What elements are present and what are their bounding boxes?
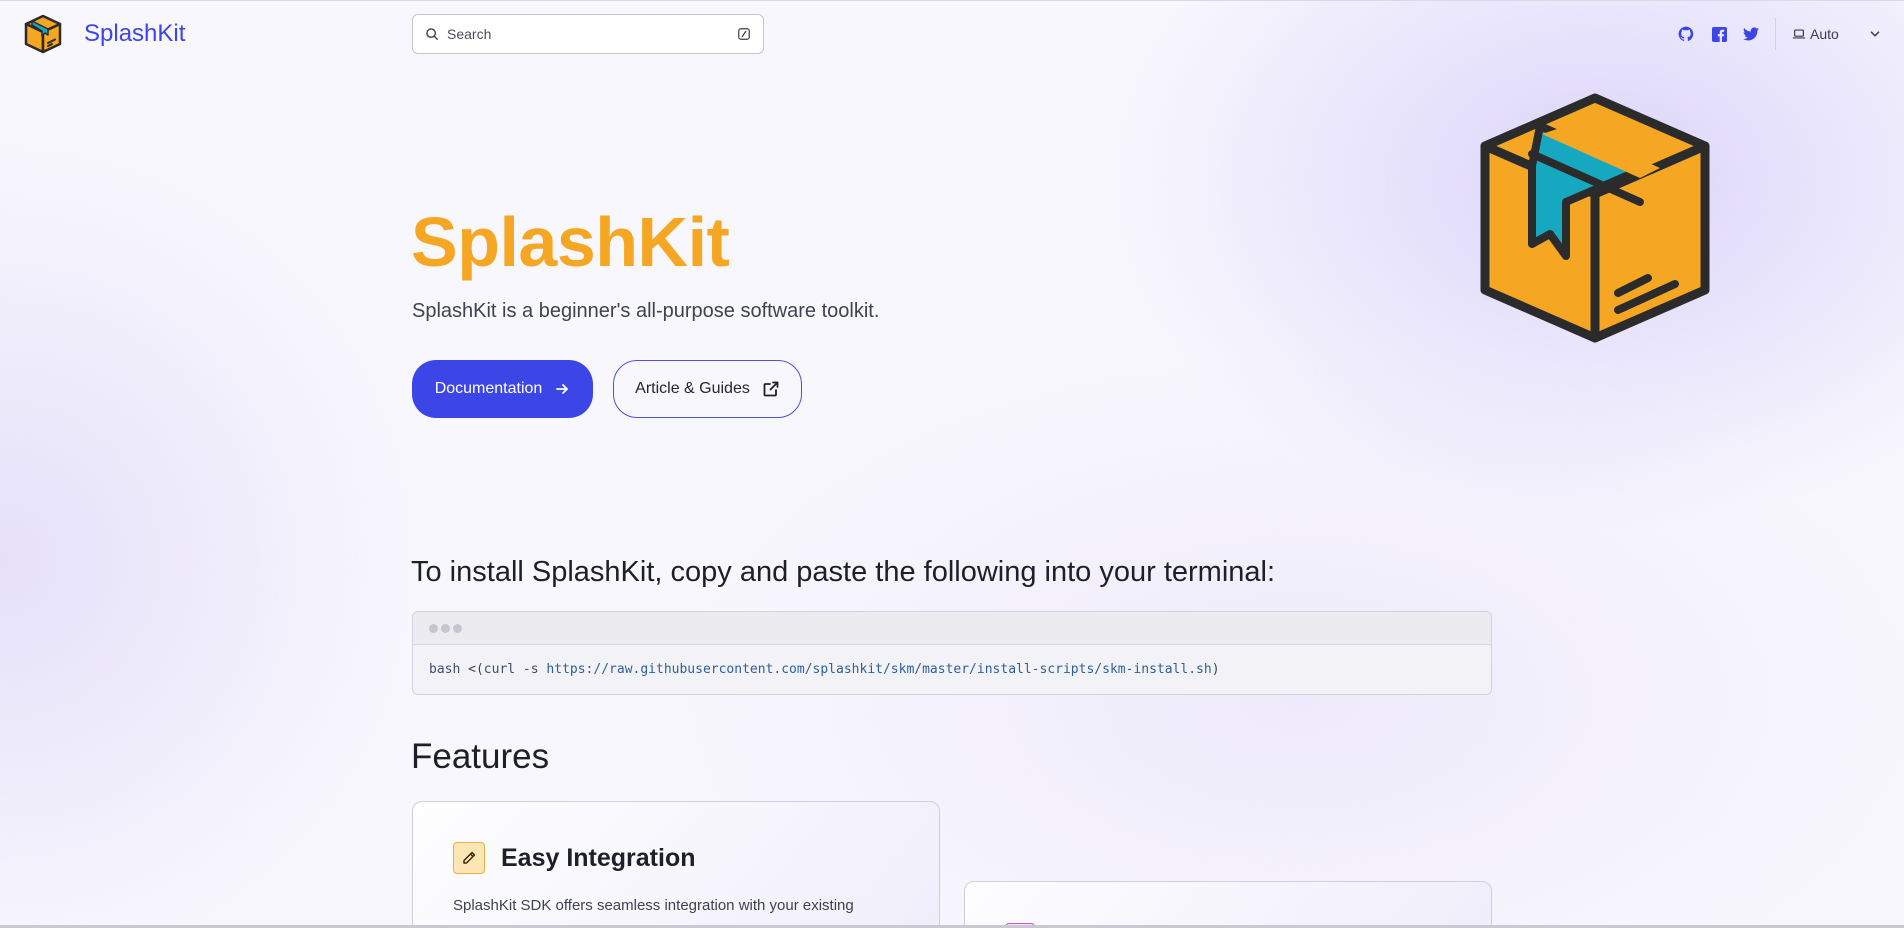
splashkit-logo-icon (24, 14, 62, 54)
documentation-button[interactable]: Documentation (412, 360, 593, 418)
terminal-dot-icon (453, 623, 462, 633)
facebook-link[interactable] (1710, 25, 1728, 43)
laptop-icon (1792, 29, 1806, 39)
command-curl: curl -s (483, 662, 539, 677)
twitter-icon (1743, 27, 1759, 41)
articles-guides-button-label: Article & Guides (635, 380, 750, 397)
brand-home-link[interactable]: SplashKit (22, 13, 185, 55)
external-link-icon (763, 381, 779, 397)
feature-card (964, 881, 1492, 928)
articles-guides-button[interactable]: Article & Guides (613, 360, 802, 418)
brand-name: SplashKit (84, 20, 186, 47)
command-suffix: ) (1211, 662, 1220, 677)
keyboard-shortcut-icon (738, 28, 750, 40)
social-links (1677, 25, 1695, 43)
github-icon (1678, 26, 1694, 42)
header-divider (1775, 18, 1776, 50)
pencil-icon (453, 842, 485, 874)
facebook-wrap (1710, 25, 1728, 43)
facebook-icon (1711, 26, 1727, 42)
package-box-illustration (1480, 93, 1710, 343)
search-input[interactable]: Search (412, 14, 764, 54)
twitter-wrap (1742, 25, 1760, 43)
terminal-dot-icon (429, 623, 438, 633)
terminal-titlebar (413, 612, 1491, 645)
feature-title: Easy Integration (501, 844, 696, 872)
command-prefix: <( (468, 662, 484, 677)
terminal-dot-icon (441, 623, 450, 633)
features-heading: Features (411, 737, 550, 776)
search-icon (426, 28, 438, 40)
search-placeholder: Search (447, 26, 492, 42)
hero-tagline: SplashKit is a beginner's all-purpose so… (412, 300, 880, 322)
install-terminal[interactable]: bash <(curl -s https://raw.githubusercon… (412, 611, 1492, 695)
feature-card: Easy Integration SplashKit SDK offers se… (412, 801, 940, 928)
arrow-right-icon (556, 384, 569, 394)
feature-description: SplashKit SDK offers seamless integratio… (453, 897, 854, 914)
documentation-button-label: Documentation (434, 380, 543, 397)
chevron-down-icon (1870, 31, 1880, 37)
theme-select-value: Auto (1810, 26, 1839, 42)
hero-title: SplashKit (411, 203, 730, 281)
install-command[interactable]: bash <(curl -s https://raw.githubusercon… (429, 662, 1220, 677)
install-heading: To install SplashKit, copy and paste the… (411, 556, 1276, 588)
site-header: SplashKit Search Auto (0, 0, 1904, 66)
command-url: https://raw.githubusercontent.com/splash… (546, 662, 1212, 677)
theme-select[interactable]: Auto (1792, 23, 1882, 45)
github-link[interactable] (1677, 25, 1695, 43)
command-name: bash (429, 662, 461, 677)
twitter-link[interactable] (1742, 25, 1760, 43)
